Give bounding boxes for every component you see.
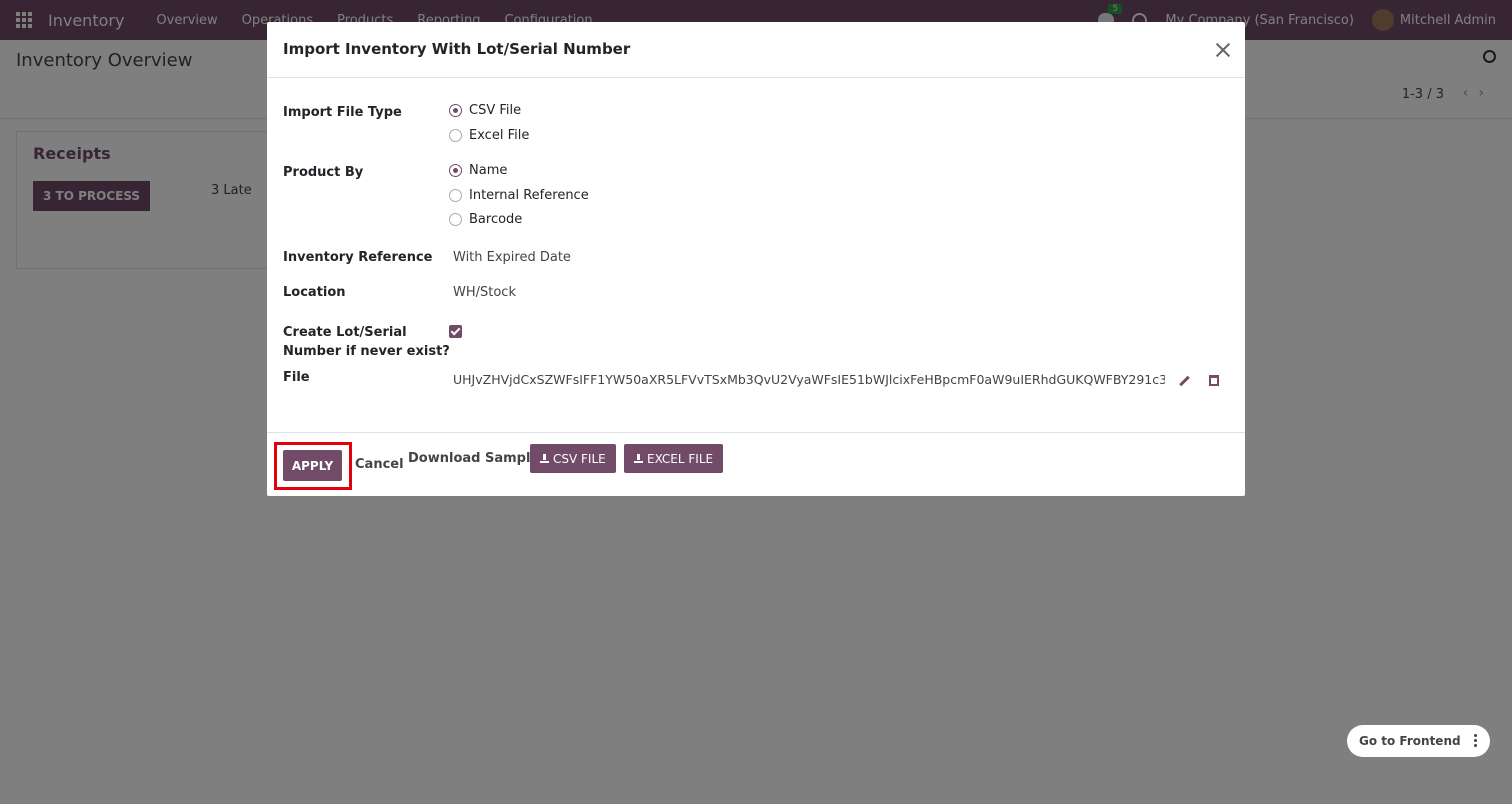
import-dialog: Import Inventory With Lot/Serial Number … [267,22,1245,496]
inventory-reference-field[interactable]: With Expired Date [453,250,571,265]
radio-label: Name [469,163,508,178]
radio-checked-icon [449,164,462,177]
radio-label: Excel File [469,128,530,143]
inventory-reference-label: Inventory Reference [283,250,433,265]
radio-barcode[interactable]: Barcode [449,212,522,227]
radio-excel-file[interactable]: Excel File [449,128,529,143]
create-lot-label-line2: Number if never exist? [283,344,450,359]
excel-file-label: EXCEL FILE [647,451,714,466]
pencil-icon[interactable] [1178,376,1190,388]
radio-unchecked-icon [449,129,462,142]
location-field[interactable]: WH/Stock [453,285,516,300]
radio-label: Barcode [469,212,523,227]
trash-icon[interactable] [1209,375,1219,386]
download-sample-label: Download Sample: [408,451,545,466]
dialog-title: Import Inventory With Lot/Serial Number [283,40,631,58]
radio-name[interactable]: Name [449,163,507,178]
download-icon [634,453,643,464]
go-to-frontend-label: Go to Frontend [1359,734,1461,748]
radio-csv-file[interactable]: CSV File [449,103,521,118]
import-file-type-label: Import File Type [283,105,402,120]
radio-label: CSV File [469,103,522,118]
file-label: File [283,370,310,385]
dialog-footer: APPLY Cancel Download Sample: CSV FILE E… [267,432,1245,496]
radio-internal-reference[interactable]: Internal Reference [449,188,589,203]
product-by-label: Product By [283,165,364,180]
download-icon [540,453,549,464]
radio-label: Internal Reference [469,188,589,203]
apply-button[interactable]: APPLY [283,450,342,481]
close-icon[interactable] [1213,40,1233,60]
location-label: Location [283,285,346,300]
create-lot-label: Create Lot/Serial [283,325,407,340]
csv-file-button[interactable]: CSV FILE [530,444,616,473]
csv-file-label: CSV FILE [553,451,606,466]
kebab-menu-icon[interactable] [1474,734,1478,748]
dialog-header: Import Inventory With Lot/Serial Number [267,22,1245,78]
excel-file-button[interactable]: EXCEL FILE [624,444,724,473]
radio-unchecked-icon [449,189,462,202]
file-content-field: UHJvZHVjdCxSZWFsIFF1YW50aXR5LFVvTSxMb3Qv… [453,372,1165,387]
create-lot-checkbox[interactable] [449,325,462,338]
go-to-frontend-button[interactable]: Go to Frontend [1347,725,1490,757]
cancel-button[interactable]: Cancel [355,457,404,472]
radio-unchecked-icon [449,213,462,226]
dialog-body: Import File Type CSV File Excel File Pro… [267,78,1245,432]
radio-checked-icon [449,104,462,117]
